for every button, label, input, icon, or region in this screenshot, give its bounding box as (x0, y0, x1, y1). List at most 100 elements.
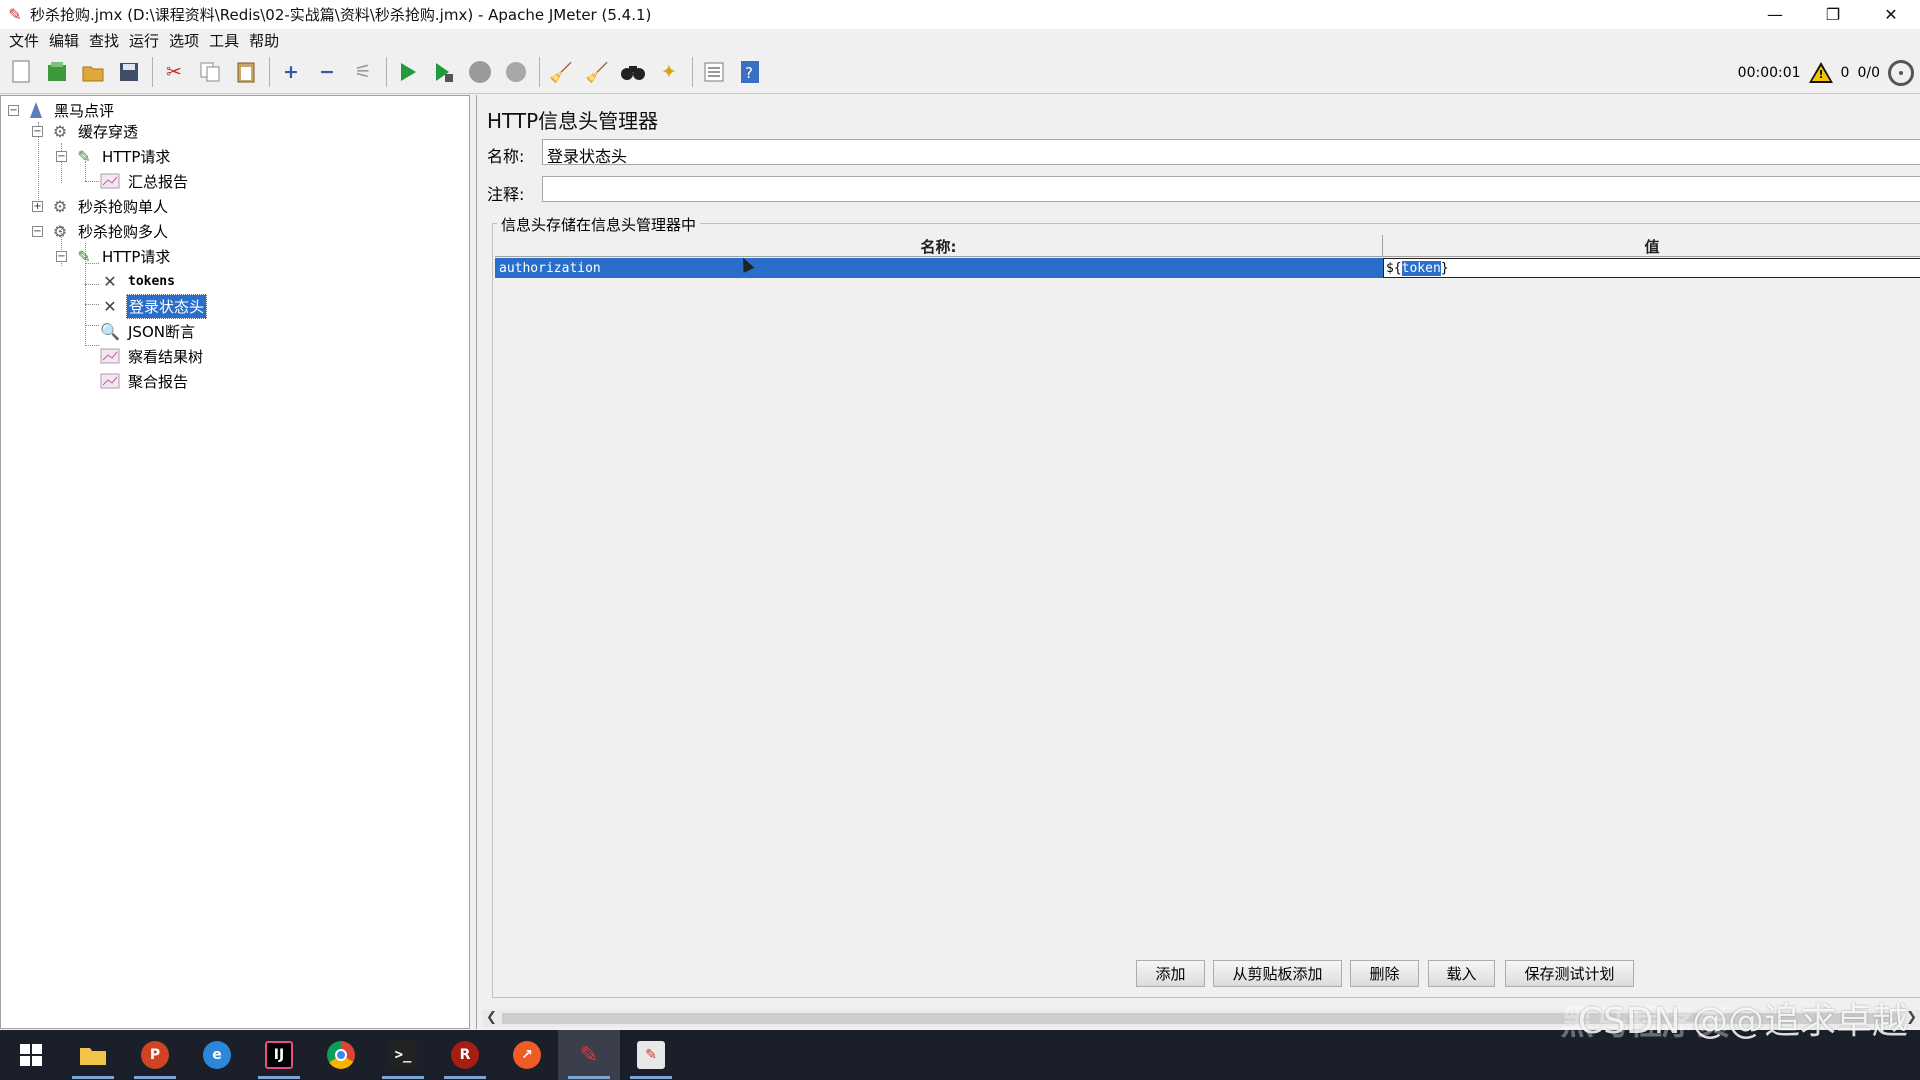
value-suffix: } (1440, 260, 1449, 276)
tree-node-results-tree[interactable]: 察看结果树 (99, 344, 205, 368)
header-manager-panel: HTTP信息头管理器 名称: 登录状态头 注释: 信息头存储在信息头管理器中 名… (476, 95, 1920, 1029)
restore-button[interactable]: ❐ (1804, 0, 1862, 29)
file-explorer-icon[interactable] (62, 1030, 124, 1080)
menu-run[interactable]: 运行 (124, 30, 164, 51)
add-from-clipboard-button[interactable]: 从剪贴板添加 (1213, 960, 1342, 987)
menu-search[interactable]: 查找 (84, 30, 124, 51)
menu-help[interactable]: 帮助 (244, 30, 284, 51)
open-folder-icon[interactable] (78, 57, 108, 87)
intellij-icon[interactable]: IJ (248, 1030, 310, 1080)
chrome-icon[interactable] (310, 1030, 372, 1080)
jmeter-feather-icon: ✎ (8, 5, 22, 24)
expand-toggle[interactable]: + (32, 200, 43, 212)
window-title: 秒杀抢购.jmx (D:\课程资料\Redis\02-实战篇\资料\秒杀抢购.j… (30, 6, 652, 24)
menu-bar: 文件 编辑 查找 运行 选项 工具 帮助 (0, 29, 1920, 51)
tree-node-label: 察看结果树 (128, 347, 204, 366)
collapse-toggle[interactable]: − (56, 250, 67, 262)
tree-node-json-assertion[interactable]: 🔍 JSON断言 (99, 319, 197, 343)
tree-node-thread-group[interactable]: − ⚙ 缓存穿透 (32, 119, 140, 143)
jmeter-taskbar-icon[interactable]: ✎ (558, 1030, 620, 1080)
templates-icon[interactable] (42, 57, 72, 87)
gear-icon: ⚙ (52, 121, 68, 141)
tree-connector (85, 325, 99, 326)
add-button[interactable]: 添加 (1136, 960, 1205, 987)
tree-node-thread-group[interactable]: + ⚙ 秒杀抢购单人 (32, 194, 170, 218)
tree-node-summary-report[interactable]: 汇总报告 (99, 169, 190, 193)
test-plan-icon (25, 99, 47, 121)
browser-edge-icon[interactable]: e (186, 1030, 248, 1080)
menu-options[interactable]: 选项 (164, 30, 204, 51)
copy-icon[interactable] (195, 57, 225, 87)
header-name-cell[interactable]: authorization (495, 258, 1383, 278)
tree-node-label: 聚合报告 (128, 372, 189, 391)
warning-count: 0 (1840, 64, 1850, 81)
collapse-toggle[interactable]: − (32, 125, 43, 137)
collapse-toggle[interactable]: − (56, 150, 67, 162)
column-header-name[interactable]: 名称: (495, 235, 1383, 257)
save-icon[interactable] (114, 57, 144, 87)
collapse-toggle[interactable]: − (32, 225, 43, 237)
headers-table-header: 名称: 值 (495, 235, 1920, 257)
name-label: 名称: (487, 147, 525, 166)
tree-connector (85, 284, 99, 285)
scroll-left-icon[interactable]: ❮ (486, 1010, 497, 1025)
table-row[interactable]: authorization ${token} (495, 258, 1920, 278)
postman-icon[interactable]: ↗ (496, 1030, 558, 1080)
collapse-all-icon[interactable]: − (312, 57, 342, 87)
wrench-icon: ✕ (103, 296, 117, 316)
start-no-pause-icon[interactable] (429, 57, 459, 87)
comment-label: 注释: (487, 185, 525, 204)
tree-node-aggregate-report[interactable]: 聚合报告 (99, 369, 190, 393)
toolbar: ✂ + − ⚟ 🧹 🧹 ✦ ? 00:00:01 ! 0 0/0 (0, 51, 1920, 94)
help-icon[interactable]: ? (735, 57, 765, 87)
cut-icon[interactable]: ✂ (159, 57, 189, 87)
function-helper-icon[interactable] (699, 57, 729, 87)
header-value-cell[interactable]: ${token} (1383, 258, 1920, 278)
comment-field[interactable] (542, 176, 1920, 202)
wrench-icon: ✕ (103, 271, 117, 291)
elapsed-time: 00:00:01 (1737, 64, 1801, 81)
minimize-button[interactable]: — (1746, 0, 1804, 29)
toolbar-separator (269, 57, 270, 87)
name-field[interactable]: 登录状态头 (542, 139, 1920, 166)
status-area: 00:00:01 ! 0 0/0 (1738, 51, 1914, 94)
menu-tools[interactable]: 工具 (204, 30, 244, 51)
remote-status-icon (1888, 59, 1914, 86)
tree-node-csv-config[interactable]: ✕ tokens (99, 269, 177, 293)
tree-node-label: 秒杀抢购多人 (78, 222, 169, 241)
jmeter-secondary-icon[interactable]: ✎ (620, 1030, 682, 1080)
tree-node-http-request[interactable]: − ✎ HTTP请求 (56, 244, 172, 268)
new-file-icon[interactable] (6, 57, 36, 87)
warning-icon[interactable]: ! (1808, 62, 1833, 83)
redis-desktop-icon[interactable]: R (434, 1030, 496, 1080)
tree-node-header-manager[interactable]: ✕ 登录状态头 (99, 293, 208, 319)
test-plan-tree: − 黑马点评 − ⚙ 缓存穿透 − ✎ HTTP请求 汇总报告 + ⚙ 秒杀抢购… (0, 95, 470, 1029)
close-button[interactable]: ✕ (1862, 0, 1920, 29)
windows-start-icon[interactable] (0, 1030, 62, 1080)
collapse-toggle[interactable]: − (8, 104, 19, 116)
reset-search-icon[interactable]: ✦ (654, 57, 684, 87)
menu-file[interactable]: 文件 (4, 30, 44, 51)
search-binoculars-icon[interactable] (618, 57, 648, 87)
start-icon[interactable] (393, 57, 423, 87)
paste-icon[interactable] (231, 57, 261, 87)
tree-node-label: JSON断言 (128, 322, 195, 341)
svg-text:?: ? (745, 64, 753, 82)
shutdown-icon[interactable] (501, 57, 531, 87)
clear-all-icon[interactable]: 🧹 (582, 57, 612, 87)
menu-edit[interactable]: 编辑 (44, 30, 84, 51)
load-button[interactable]: 载入 (1428, 960, 1495, 987)
delete-button[interactable]: 删除 (1350, 960, 1419, 987)
clear-icon[interactable]: 🧹 (546, 57, 576, 87)
terminal-icon[interactable]: >_ (372, 1030, 434, 1080)
column-header-value[interactable]: 值 (1383, 235, 1920, 257)
tree-node-thread-group[interactable]: − ⚙ 秒杀抢购多人 (32, 219, 170, 243)
powerpoint-icon[interactable]: P (124, 1030, 186, 1080)
toggle-icon[interactable]: ⚟ (348, 57, 378, 87)
stop-icon[interactable] (465, 57, 495, 87)
value-prefix: ${ (1386, 260, 1402, 276)
expand-all-icon[interactable]: + (276, 57, 306, 87)
save-test-plan-button[interactable]: 保存测试计划 (1505, 960, 1634, 987)
tree-node-http-request[interactable]: − ✎ HTTP请求 (56, 144, 172, 168)
headers-group-title: 信息头存储在信息头管理器中 (497, 214, 701, 235)
